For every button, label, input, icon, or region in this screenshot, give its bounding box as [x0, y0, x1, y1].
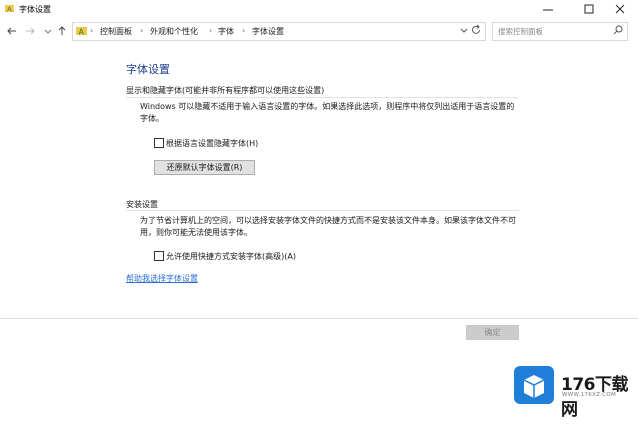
refresh-button[interactable]	[470, 24, 482, 36]
minimize-button[interactable]	[534, 0, 562, 18]
install-description: 为了节省计算机上的空间，可以选择安装字体文件的快捷方式而不是安装该文件本身。如果…	[140, 216, 516, 237]
recent-dropdown-icon	[44, 29, 52, 34]
forward-arrow-icon	[26, 27, 35, 35]
search-placeholder: 搜索控制面板	[498, 27, 543, 36]
svg-text:A: A	[7, 6, 12, 14]
up-button[interactable]	[56, 25, 68, 37]
watermark-logo	[514, 366, 554, 404]
shortcut-install-checkbox[interactable]	[154, 251, 164, 261]
ok-button[interactable]: 确定	[466, 325, 519, 340]
breadcrumb-separator: ›	[209, 26, 213, 35]
section-divider	[126, 97, 519, 98]
up-arrow-icon	[58, 26, 66, 35]
breadcrumb-font-settings[interactable]: 字体设置	[252, 26, 284, 37]
address-dropdown-button[interactable]	[459, 24, 469, 36]
hide-fonts-label[interactable]: 根据语言设置隐藏字体(H)	[166, 138, 258, 149]
back-button[interactable]	[6, 25, 18, 37]
maximize-icon	[584, 4, 594, 14]
address-dropdown-icon	[460, 28, 468, 33]
breadcrumb-control-panel[interactable]: 控制面板	[100, 26, 132, 37]
minimize-icon	[543, 9, 553, 11]
install-section-title: 安装设置	[126, 200, 158, 209]
footer-divider	[0, 318, 638, 319]
breadcrumb-separator: ›	[140, 26, 144, 35]
close-button[interactable]	[606, 0, 634, 18]
refresh-icon	[472, 24, 480, 34]
shortcut-install-label[interactable]: 允许使用快捷方式安装字体(高级)(A)	[166, 251, 296, 262]
show-hide-description: Windows 可以隐藏不适用于输入语言设置的字体。如果选择此选项，则程序中将仅…	[140, 102, 515, 123]
restore-default-button[interactable]: 还原默认字体设置(R)	[154, 160, 255, 175]
recent-locations-button[interactable]	[42, 25, 54, 37]
close-icon	[615, 4, 625, 14]
breadcrumb-separator: ›	[90, 26, 94, 35]
maximize-button[interactable]	[575, 0, 603, 18]
watermark-url: WWW.176XZ.COM	[562, 392, 617, 398]
forward-button[interactable]	[24, 25, 36, 37]
show-hide-section-title: 显示和隐藏字体(可能并非所有程序都可以使用这些设置)	[126, 86, 325, 95]
search-icon[interactable]	[613, 25, 623, 35]
back-arrow-icon	[7, 27, 16, 35]
breadcrumb-appearance[interactable]: 外观和个性化	[150, 26, 198, 37]
font-folder-icon: A	[5, 5, 14, 14]
page-title: 字体设置	[126, 63, 170, 76]
help-choose-font-settings-link[interactable]: 帮助我选择字体设置	[126, 273, 198, 284]
svg-text:A: A	[79, 28, 85, 37]
font-folder-icon: A	[76, 27, 87, 37]
breadcrumb-fonts[interactable]: 字体	[218, 26, 234, 37]
hide-fonts-checkbox[interactable]	[154, 138, 164, 148]
section-divider	[126, 210, 519, 211]
window-title: 字体设置	[19, 5, 51, 14]
breadcrumb-separator: ›	[242, 26, 246, 35]
